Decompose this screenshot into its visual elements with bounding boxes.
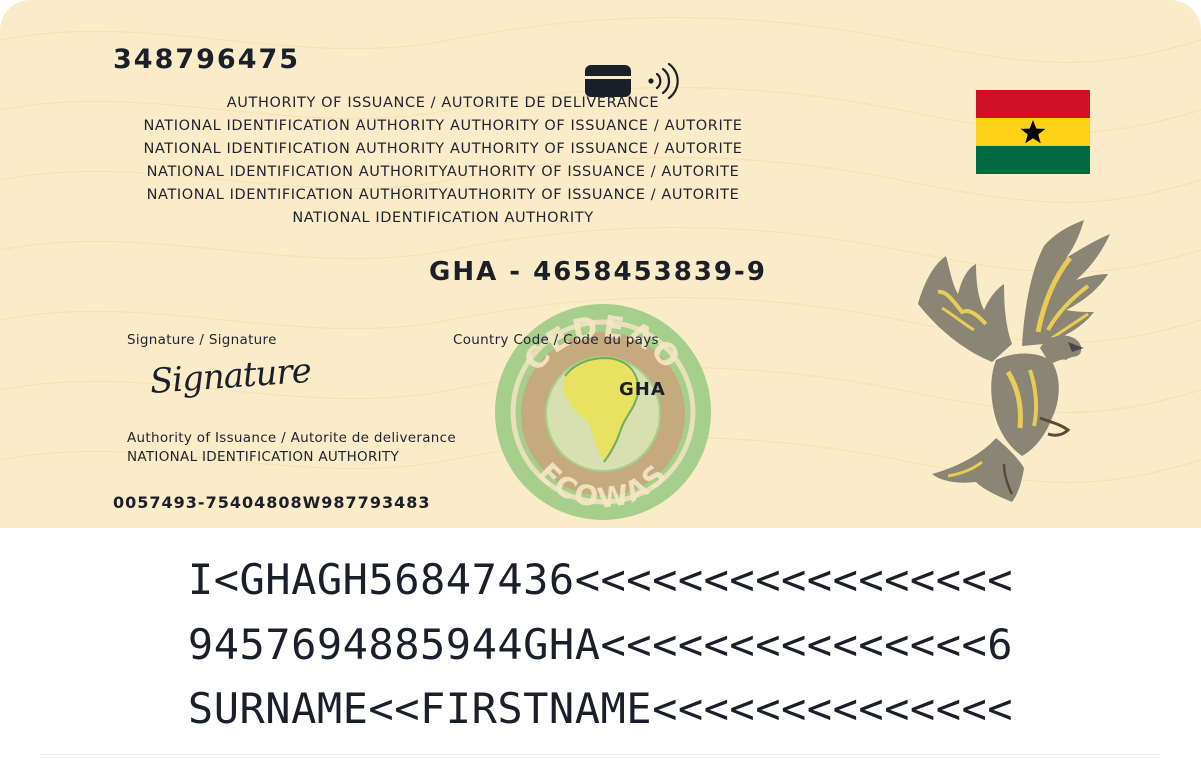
ecowas-seal: CEDEAO ECOWAS — [495, 304, 711, 520]
document-serial-code: 0057493-75404808W987793483 — [113, 493, 431, 512]
card-number: 348796475 — [113, 44, 301, 75]
eagle-emblem — [918, 220, 1110, 502]
signature-label: Signature / Signature — [127, 332, 277, 348]
country-code-value: GHA — [619, 379, 666, 400]
authority-line: NATIONAL IDENTIFICATION AUTHORITYAUTHORI… — [146, 164, 740, 180]
issuing-authority-line: NATIONAL IDENTIFICATION AUTHORITY — [127, 449, 400, 465]
authority-line: NATIONAL IDENTIFICATION AUTHORITYAUTHORI… — [146, 187, 740, 203]
mrz-line-3: SURNAME<<FIRSTNAME<<<<<<<<<<<<<< — [187, 684, 1014, 733]
issuing-authority-line: Authority of Issuance / Autorite de deli… — [127, 430, 456, 446]
country-code-label: Country Code / Code du pays — [453, 332, 659, 348]
authority-line: NATIONAL IDENTIFICATION AUTHORITY AUTHOR… — [143, 118, 743, 134]
authority-text-block: AUTHORITY OF ISSUANCE / AUTORITE DE DELI… — [108, 92, 778, 230]
bottom-divider — [40, 754, 1161, 755]
mrz-line-1: I<GHAGH56847436<<<<<<<<<<<<<<<<< — [187, 555, 1014, 604]
issuing-authority: Authority of Issuance / Autorite de deli… — [127, 429, 456, 467]
mrz-line-2: 9457694885944GHA<<<<<<<<<<<<<<<6 — [187, 620, 1014, 669]
ghana-flag — [976, 90, 1090, 174]
card-top-panel: 348796475 AUTHORITY OF ISSUANCE / AUTORI… — [0, 0, 1201, 528]
national-id-number: GHA - 4658453839-9 — [429, 257, 767, 287]
authority-line: AUTHORITY OF ISSUANCE / AUTORITE DE DELI… — [226, 95, 660, 111]
id-card-back: 348796475 AUTHORITY OF ISSUANCE / AUTORI… — [0, 0, 1201, 758]
authority-line: NATIONAL IDENTIFICATION AUTHORITY — [292, 210, 594, 226]
authority-line: NATIONAL IDENTIFICATION AUTHORITY AUTHOR… — [143, 141, 743, 157]
